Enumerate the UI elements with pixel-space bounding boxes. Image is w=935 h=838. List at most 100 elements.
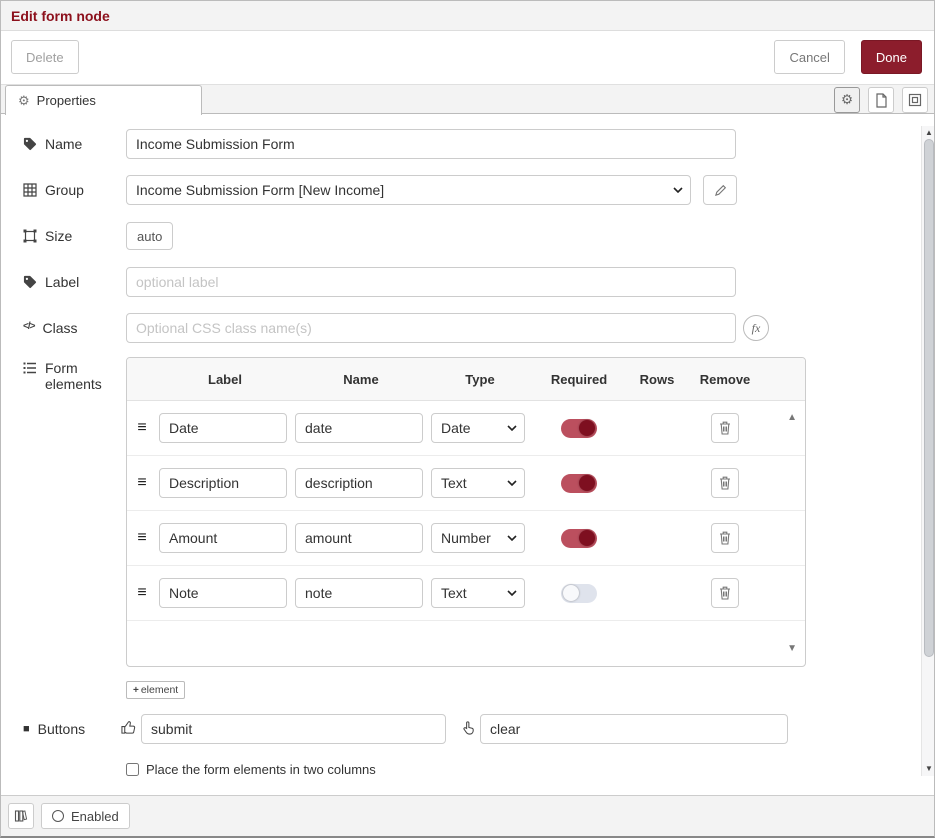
scroll-down-icon[interactable]: ▼ xyxy=(922,762,935,776)
table-row: ≡ Number xyxy=(127,511,805,566)
library-button[interactable] xyxy=(8,803,34,829)
toggle-knob xyxy=(563,585,579,601)
properties-panel: Name Group Income Submission Form [New I… xyxy=(1,115,934,798)
dialog-footer: Enabled xyxy=(1,795,934,836)
group-select[interactable]: Income Submission Form [New Income] xyxy=(126,175,691,205)
document-icon xyxy=(874,93,888,108)
trash-icon xyxy=(719,476,731,490)
drag-handle-icon[interactable]: ≡ xyxy=(127,419,157,437)
size-frame-icon xyxy=(23,229,37,243)
grid-icon xyxy=(23,183,37,197)
status-circle-icon xyxy=(52,810,64,822)
trash-icon xyxy=(719,531,731,545)
delete-button[interactable]: Delete xyxy=(11,40,79,74)
label-field-label: Label xyxy=(23,274,79,290)
dialog-actionbar: Delete Cancel Done xyxy=(1,32,934,84)
header-required: Required xyxy=(531,372,627,387)
delete-row-button[interactable] xyxy=(711,578,739,608)
table-row: ≡ Date xyxy=(127,401,805,456)
library-icon xyxy=(14,809,28,823)
frame-icon xyxy=(908,93,922,107)
trash-icon xyxy=(719,586,731,600)
class-input[interactable] xyxy=(126,313,736,343)
two-columns-label: Place the form elements in two columns xyxy=(146,762,376,777)
drag-handle-icon[interactable]: ≡ xyxy=(127,529,157,547)
size-button[interactable]: auto xyxy=(126,222,173,250)
delete-row-button[interactable] xyxy=(711,413,739,443)
code-icon: </> xyxy=(23,321,34,332)
element-name-input[interactable] xyxy=(295,413,423,443)
label-input[interactable] xyxy=(126,267,736,297)
required-toggle[interactable] xyxy=(561,584,597,603)
submit-button-label-input[interactable] xyxy=(141,714,446,744)
add-element-button[interactable]: + element xyxy=(126,681,185,699)
element-type-select[interactable]: Date xyxy=(431,413,525,443)
tabbar: ⚙ Properties ⚙ xyxy=(1,84,934,114)
element-name-input[interactable] xyxy=(295,523,423,553)
element-name-input[interactable] xyxy=(295,468,423,498)
delete-row-button[interactable] xyxy=(711,523,739,553)
pointing-hand-icon xyxy=(461,720,476,740)
element-label-input[interactable] xyxy=(159,578,287,608)
required-toggle[interactable] xyxy=(561,419,597,438)
table-row: ≡ Text xyxy=(127,566,805,621)
square-icon: ■ xyxy=(23,722,30,736)
clear-button-label-input[interactable] xyxy=(480,714,788,744)
element-label-input[interactable] xyxy=(159,523,287,553)
required-toggle[interactable] xyxy=(561,474,597,493)
class-expression-button[interactable]: fx xyxy=(743,315,769,341)
group-field-label: Group xyxy=(23,182,84,198)
gear-icon: ⚙ xyxy=(18,93,30,109)
edit-group-button[interactable] xyxy=(703,175,737,205)
table-row: ≡ Text xyxy=(127,456,805,511)
table-scroll-up-icon[interactable]: ▲ xyxy=(787,413,797,423)
name-field-label: Name xyxy=(23,136,82,152)
main-scrollbar: ▲ ▼ xyxy=(921,126,935,776)
name-input[interactable] xyxy=(126,129,736,159)
element-label-input[interactable] xyxy=(159,468,287,498)
element-type-select[interactable]: Text xyxy=(431,468,525,498)
two-columns-row: Place the form elements in two columns xyxy=(126,762,376,777)
element-type-select[interactable]: Text xyxy=(431,578,525,608)
toggle-knob xyxy=(579,475,595,491)
element-type-select[interactable]: Number xyxy=(431,523,525,553)
tag-icon xyxy=(23,137,37,151)
description-button[interactable] xyxy=(868,87,894,113)
trash-icon xyxy=(719,421,731,435)
table-header: Label Name Type Required Rows Remove xyxy=(127,358,805,401)
toggle-knob xyxy=(579,420,595,436)
enabled-label: Enabled xyxy=(71,809,119,824)
header-rows: Rows xyxy=(627,372,687,387)
plus-icon: + xyxy=(133,685,139,696)
scroll-up-icon[interactable]: ▲ xyxy=(922,126,935,140)
form-elements-field-label: Form elements xyxy=(23,360,115,392)
pencil-icon xyxy=(714,184,727,197)
fx-icon: fx xyxy=(752,321,761,336)
drag-handle-icon[interactable]: ≡ xyxy=(127,474,157,492)
required-toggle[interactable] xyxy=(561,529,597,548)
element-label-input[interactable] xyxy=(159,413,287,443)
dialog-actions-right: Cancel Done xyxy=(774,40,922,74)
header-name: Name xyxy=(293,372,429,387)
enabled-toggle-button[interactable]: Enabled xyxy=(41,803,130,829)
two-columns-checkbox[interactable] xyxy=(126,763,139,776)
tab-properties[interactable]: ⚙ Properties xyxy=(5,85,202,115)
toggle-knob xyxy=(579,530,595,546)
table-scroll-down-icon[interactable]: ▼ xyxy=(787,644,797,654)
size-field-label: Size xyxy=(23,228,72,244)
appearance-button[interactable] xyxy=(902,87,928,113)
buttons-field-label: ■ Buttons xyxy=(23,721,85,737)
header-remove: Remove xyxy=(687,372,763,387)
gear-icon: ⚙ xyxy=(841,92,853,108)
header-type: Type xyxy=(429,372,531,387)
delete-row-button[interactable] xyxy=(711,468,739,498)
list-icon xyxy=(23,361,37,375)
header-label: Label xyxy=(157,372,293,387)
element-name-input[interactable] xyxy=(295,578,423,608)
drag-handle-icon[interactable]: ≡ xyxy=(127,584,157,602)
cancel-button[interactable]: Cancel xyxy=(774,40,844,74)
done-button[interactable]: Done xyxy=(861,40,922,74)
node-settings-button[interactable]: ⚙ xyxy=(834,87,860,113)
scrollbar-thumb[interactable] xyxy=(924,139,934,657)
group-select-wrap: Income Submission Form [New Income] xyxy=(126,175,691,205)
